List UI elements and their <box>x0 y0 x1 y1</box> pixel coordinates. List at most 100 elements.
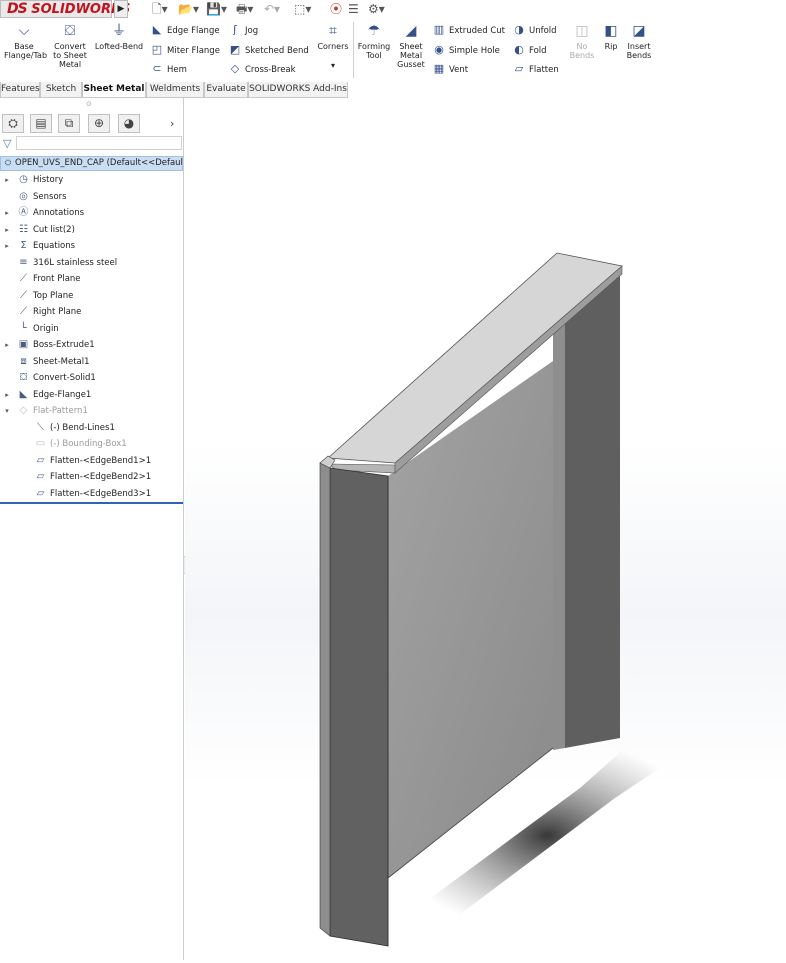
tree-item-label: Sheet-Metal1 <box>33 356 90 367</box>
simple-hole-button[interactable]: ◉ Simple Hole <box>432 43 500 59</box>
tree-item-label: 316L stainless steel <box>33 257 118 268</box>
tree-item-bounding-box1[interactable]: ▭ (-) Bounding-Box1 <box>33 436 127 452</box>
expand-arrow-icon[interactable]: ▸ <box>2 222 12 238</box>
tab-sheet-metal[interactable]: Sheet Metal <box>82 82 146 98</box>
collapse-handle-icon[interactable]: ⊙ <box>86 100 94 108</box>
tree-item-flat-pattern1[interactable]: ▾ ◇ Flat-Pattern1 <box>5 403 88 419</box>
tree-item-right-plane[interactable]: ⟋ Right Plane <box>16 304 81 320</box>
unfold-icon: ◑ <box>514 23 524 36</box>
tree-item-origin[interactable]: └ Origin <box>16 321 58 337</box>
forming-tool-button[interactable]: ☂ Forming Tool <box>356 23 392 60</box>
tree-item-cut-list-2[interactable]: ▸ ☷ Cut list(2) <box>5 222 75 238</box>
tree-item-sensors[interactable]: ◎ Sensors <box>16 189 66 205</box>
tree-item-flatten-edgebend1-1[interactable]: ▱ Flatten-<EdgeBend1>1 <box>33 453 151 469</box>
graphics-area[interactable] <box>185 98 786 960</box>
cross-break-icon: ◇ <box>230 62 240 75</box>
tree-item-316l-stainless-steel[interactable]: ≡ 316L stainless steel <box>16 255 117 271</box>
tree-item-flatten-edgebend2-1[interactable]: ▱ Flatten-<EdgeBend2>1 <box>33 469 151 485</box>
tab-features[interactable]: Features <box>0 82 40 98</box>
cross-break-button[interactable]: ◇ Cross-Break <box>228 62 296 78</box>
miter-flange-button[interactable]: ◰ Miter Flange <box>150 43 220 59</box>
tree-item-label: (-) Bend-Lines1 <box>50 422 115 433</box>
solidworks-logo[interactable]: DS SOLIDWORKS <box>0 0 130 18</box>
no-bends-button[interactable]: ◫ No Bends <box>566 23 598 60</box>
sensor-icon: ◎ <box>19 190 28 202</box>
tree-item-label: Annotations <box>33 208 85 218</box>
lofted-bend-icon: ⏚ <box>112 23 126 39</box>
tree-item-convert-solid1[interactable]: ⛋ Convert-Solid1 <box>16 370 96 386</box>
convert-to-sheet-metal-button[interactable]: ⛋ Convert to Sheet Metal <box>50 23 90 69</box>
tree-item-front-plane[interactable]: ⟋ Front Plane <box>16 271 81 287</box>
jog-button[interactable]: ʃ Jog <box>228 23 258 39</box>
rip-button[interactable]: ◧ Rip <box>600 23 622 51</box>
open-folder-icon[interactable]: 📂▾ <box>178 1 199 17</box>
edge-flange-icon: ◣ <box>152 23 162 36</box>
left-flange <box>329 467 389 947</box>
expand-arrow-icon[interactable]: ▸ <box>2 238 12 254</box>
new-document-icon[interactable]: 🗋▾ <box>152 1 168 17</box>
tree-item-history[interactable]: ▸ ◷ History <box>5 172 63 188</box>
hem-button[interactable]: ⊂ Hem <box>150 62 187 78</box>
tree-item-label: Top Plane <box>33 290 74 301</box>
unfold-button[interactable]: ◑ Unfold <box>512 23 556 39</box>
forming-tool-icon: ☂ <box>367 23 381 39</box>
fold-button[interactable]: ◐ Fold <box>512 43 546 59</box>
gear-icon[interactable]: ⚙▾ <box>368 1 385 17</box>
print-icon[interactable]: 🖶▾ <box>236 1 253 17</box>
tree-item-equations[interactable]: ▸ Σ Equations <box>5 238 75 254</box>
expand-arrow-icon[interactable]: ▸ <box>2 205 12 221</box>
base-flange-button[interactable]: ⌵ Base Flange/Tab <box>4 23 47 60</box>
edge-flange-button[interactable]: ◣ Edge Flange <box>150 23 220 39</box>
tab-weldments[interactable]: Weldments <box>146 82 204 98</box>
display-manager-tab-icon[interactable]: ◕ <box>118 114 140 133</box>
bounding-box-icon: ▭ <box>35 438 46 449</box>
tree-item-bend-lines1[interactable]: ⟍ (-) Bend-Lines1 <box>33 420 115 436</box>
origin-icon: └ <box>20 322 27 334</box>
lofted-bend-button[interactable]: ⏚ Lofted-Bend <box>92 23 146 51</box>
expand-arrow-icon[interactable]: ▸ <box>2 172 12 188</box>
chevron-down-icon[interactable]: ▾ <box>316 61 350 70</box>
configuration-manager-tab-icon[interactable]: ⧉ <box>58 114 80 133</box>
expand-arrow-icon[interactable]: ▸ <box>2 337 12 353</box>
tree-item-sheet-metal1[interactable]: ⧈ Sheet-Metal1 <box>16 354 90 370</box>
sketched-bend-button[interactable]: ◩ Sketched Bend <box>228 43 309 59</box>
select-arrow-icon[interactable]: ⬚▾ <box>294 1 311 17</box>
feature-manager-tab-icon[interactable]: ⛭ <box>2 114 24 133</box>
cut-list-icon: ☷ <box>19 223 28 235</box>
chevron-right-icon[interactable]: › <box>170 117 174 130</box>
extruded-cut-button[interactable]: ▥ Extruded Cut <box>432 23 505 39</box>
menu-expand-icon[interactable]: ▶ <box>114 0 128 18</box>
property-manager-tab-icon[interactable]: ▤ <box>30 114 52 133</box>
sketched-bend-icon: ◩ <box>229 43 241 56</box>
rollback-bar[interactable] <box>0 502 183 504</box>
expand-arrow-icon[interactable]: ▾ <box>2 403 12 419</box>
tree-item-boss-extrude1[interactable]: ▸ ▣ Boss-Extrude1 <box>5 337 95 353</box>
tree-root-part[interactable]: ⛭ OPEN_UVS_END_CAP (Default<<Default> <box>0 156 183 171</box>
tree-item-label: Flatten-<EdgeBend3>1 <box>50 488 152 499</box>
corners-button[interactable]: ⌗ Corners ▾ <box>316 23 350 70</box>
file-properties-icon[interactable]: ☰ <box>348 1 359 17</box>
tab-sketch[interactable]: Sketch <box>40 82 82 98</box>
tree-item-annotations[interactable]: ▸ Ⓐ Annotations <box>5 205 85 221</box>
tab-solidworks-add-ins[interactable]: SOLIDWORKS Add-Ins <box>248 82 348 98</box>
save-icon[interactable]: 💾▾ <box>206 1 227 17</box>
undo-icon[interactable]: ↶▾ <box>264 1 280 17</box>
insert-bends-button[interactable]: ◪ Insert Bends <box>624 23 654 60</box>
expand-arrow-icon[interactable]: ▸ <box>2 387 12 403</box>
tree-item-label: Boss-Extrude1 <box>33 340 95 350</box>
sheet-metal-gusset-button[interactable]: ◢ Sheet Metal Gusset <box>394 23 428 69</box>
tree-filter-input[interactable] <box>16 136 182 150</box>
vent-button[interactable]: ▦ Vent <box>432 62 468 78</box>
dimxpert-tab-icon[interactable]: ⊕ <box>88 114 110 133</box>
material-icon: ≡ <box>19 256 28 268</box>
tree-item-top-plane[interactable]: ⟋ Top Plane <box>16 288 73 304</box>
tree-item-flatten-edgebend3-1[interactable]: ▱ Flatten-<EdgeBend3>1 <box>33 486 151 502</box>
rip-icon: ◧ <box>604 23 618 39</box>
flatten-button[interactable]: ▱ Flatten <box>512 62 559 78</box>
filter-icon[interactable]: ▽ <box>3 137 11 150</box>
3d-part-model[interactable] <box>185 98 786 960</box>
vent-icon: ▦ <box>433 62 445 75</box>
traffic-light-icon[interactable]: ⦿ <box>330 1 342 17</box>
tab-evaluate[interactable]: Evaluate <box>204 82 248 98</box>
tree-item-edge-flange1[interactable]: ▸ ◣ Edge-Flange1 <box>5 387 91 403</box>
